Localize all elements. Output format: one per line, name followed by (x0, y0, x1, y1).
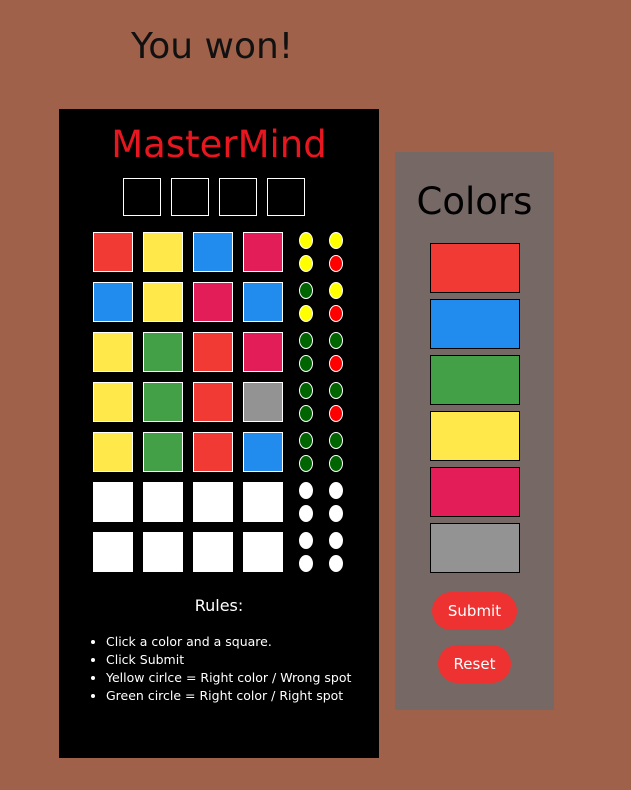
feedback-peg (299, 432, 313, 449)
guess-square[interactable] (243, 532, 283, 572)
guess-square[interactable] (243, 432, 283, 472)
feedback-peg (299, 282, 313, 299)
guess-square[interactable] (143, 332, 183, 372)
feedback-peg (329, 455, 343, 472)
feedback-peg (299, 505, 313, 522)
secret-slot (219, 178, 257, 216)
guess-row (93, 282, 345, 322)
rule-item: Click a color and a square. (106, 633, 351, 651)
feedback-pegs (299, 432, 345, 472)
feedback-peg (299, 355, 313, 372)
game-board: MasterMind Rules: Click a color and a sq… (59, 109, 379, 758)
guess-square[interactable] (143, 382, 183, 422)
feedback-peg (299, 232, 313, 249)
feedback-peg (329, 255, 343, 272)
color-palette: Colors Submit Reset (395, 152, 554, 710)
feedback-peg (299, 332, 313, 349)
rules-title: Rules: (194, 596, 244, 615)
feedback-pegs (299, 282, 345, 322)
feedback-peg (329, 405, 343, 422)
feedback-peg (329, 532, 343, 549)
rule-item: Green circle = Right color / Right spot (106, 687, 351, 705)
feedback-peg (299, 455, 313, 472)
game-status-message: You won! (131, 26, 294, 67)
feedback-peg (299, 555, 313, 572)
guess-square[interactable] (193, 382, 233, 422)
color-swatches (430, 243, 520, 579)
color-swatch-red[interactable] (430, 243, 520, 293)
feedback-pegs (299, 382, 345, 422)
reset-button[interactable]: Reset (438, 645, 511, 683)
color-swatch-gray[interactable] (430, 523, 520, 573)
guess-square[interactable] (243, 382, 283, 422)
rule-item: Yellow cirlce = Right color / Wrong spot (106, 669, 351, 687)
guess-square[interactable] (243, 482, 283, 522)
color-swatch-pink[interactable] (430, 467, 520, 517)
guess-square[interactable] (243, 282, 283, 322)
feedback-pegs (299, 332, 345, 372)
guess-rows (93, 232, 345, 582)
guess-row (93, 482, 345, 522)
guess-square[interactable] (93, 482, 133, 522)
submit-button[interactable]: Submit (432, 592, 517, 630)
feedback-peg (299, 382, 313, 399)
guess-square[interactable] (93, 282, 133, 322)
secret-slot (267, 178, 305, 216)
guess-square[interactable] (143, 482, 183, 522)
feedback-peg (299, 255, 313, 272)
guess-row (93, 432, 345, 472)
color-swatch-blue[interactable] (430, 299, 520, 349)
feedback-peg (329, 432, 343, 449)
feedback-peg (329, 482, 343, 499)
guess-square[interactable] (93, 232, 133, 272)
guess-square[interactable] (143, 282, 183, 322)
guess-square[interactable] (193, 482, 233, 522)
feedback-peg (299, 532, 313, 549)
guess-square[interactable] (193, 332, 233, 372)
guess-square[interactable] (193, 282, 233, 322)
guess-square[interactable] (243, 232, 283, 272)
feedback-peg (329, 555, 343, 572)
guess-square[interactable] (143, 232, 183, 272)
palette-title: Colors (416, 180, 533, 223)
guess-square[interactable] (193, 232, 233, 272)
guess-row (93, 532, 345, 572)
guess-square[interactable] (93, 432, 133, 472)
guess-row (93, 232, 345, 272)
secret-slot (123, 178, 161, 216)
guess-square[interactable] (93, 532, 133, 572)
guess-square[interactable] (143, 532, 183, 572)
secret-code-row (123, 178, 305, 216)
secret-slot (171, 178, 209, 216)
feedback-peg (329, 232, 343, 249)
feedback-peg (299, 305, 313, 322)
feedback-peg (329, 505, 343, 522)
guess-square[interactable] (93, 332, 133, 372)
game-title: MasterMind (111, 123, 327, 166)
color-swatch-green[interactable] (430, 355, 520, 405)
guess-square[interactable] (143, 432, 183, 472)
feedback-pegs (299, 532, 345, 572)
feedback-peg (329, 382, 343, 399)
rules-list: Click a color and a square.Click SubmitY… (88, 633, 351, 705)
feedback-pegs (299, 482, 345, 522)
guess-square[interactable] (93, 382, 133, 422)
feedback-peg (329, 355, 343, 372)
guess-square[interactable] (193, 532, 233, 572)
color-swatch-yellow[interactable] (430, 411, 520, 461)
feedback-peg (299, 482, 313, 499)
feedback-pegs (299, 232, 345, 272)
feedback-peg (329, 305, 343, 322)
guess-row (93, 332, 345, 372)
guess-square[interactable] (243, 332, 283, 372)
guess-square[interactable] (193, 432, 233, 472)
guess-row (93, 382, 345, 422)
feedback-peg (329, 282, 343, 299)
feedback-peg (299, 405, 313, 422)
feedback-peg (329, 332, 343, 349)
rule-item: Click Submit (106, 651, 351, 669)
